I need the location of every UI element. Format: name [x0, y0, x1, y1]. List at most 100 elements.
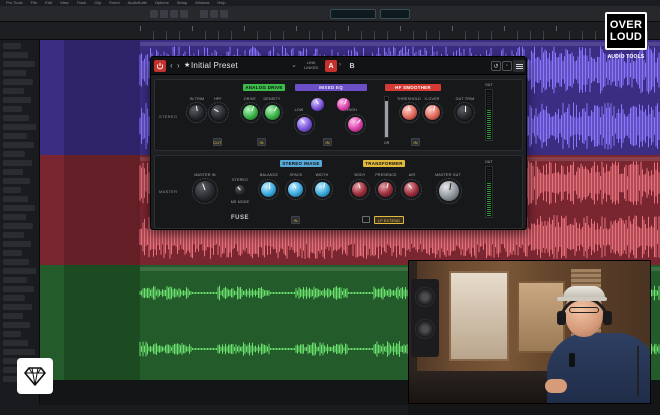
select-tool-icon[interactable] [170, 10, 178, 18]
track-name[interactable] [3, 178, 30, 184]
zoom-tool-icon[interactable] [150, 10, 158, 18]
main-counter[interactable] [330, 9, 376, 19]
track-name[interactable] [3, 106, 22, 112]
track-name[interactable] [3, 277, 27, 283]
out-trim-knob[interactable] [454, 102, 475, 123]
master-out-knob[interactable] [436, 178, 462, 204]
track-name[interactable] [3, 79, 33, 85]
track-name[interactable] [3, 313, 23, 319]
grab-tool-icon[interactable] [180, 10, 188, 18]
track-name[interactable] [3, 169, 23, 175]
track-name[interactable] [3, 250, 22, 256]
balance-knob[interactable] [258, 179, 279, 200]
presence-knob[interactable] [375, 179, 396, 200]
undo-icon[interactable]: ↺ [491, 61, 501, 71]
in-trim-knob[interactable] [186, 102, 207, 123]
width-label: WIDTH [315, 173, 329, 177]
record-button[interactable] [220, 10, 228, 18]
next-preset-icon[interactable]: › [177, 62, 180, 70]
eq-in-button[interactable]: IN [323, 138, 332, 146]
balance-label: BALANCE [259, 173, 279, 177]
track-name[interactable] [3, 133, 27, 139]
space-knob[interactable] [285, 179, 306, 200]
trim-tool-icon[interactable] [160, 10, 168, 18]
preset-name[interactable]: Initial Preset [191, 61, 238, 70]
ab-b-button[interactable]: B [346, 60, 358, 72]
density-knob[interactable] [262, 102, 283, 123]
track-name[interactable] [3, 52, 28, 58]
hpf-cut-button[interactable]: CUT [213, 138, 222, 146]
ruler-tick [491, 31, 492, 40]
track-name[interactable] [3, 295, 25, 301]
meter-segment [487, 100, 491, 101]
hpf-knob[interactable] [208, 102, 229, 123]
ab-a-button[interactable]: A [325, 60, 337, 72]
meter-segment [487, 169, 491, 170]
ruler-tick [296, 26, 297, 31]
air-knob[interactable] [401, 179, 422, 200]
track-name[interactable] [3, 232, 24, 238]
track-name[interactable] [3, 241, 31, 247]
track-name[interactable] [3, 196, 28, 202]
track-name[interactable] [3, 223, 33, 229]
power-button[interactable] [154, 60, 166, 72]
hf-in-button[interactable]: IN [411, 138, 420, 146]
track-name[interactable] [3, 205, 35, 211]
track-name[interactable] [3, 214, 26, 220]
track-name[interactable] [3, 259, 29, 265]
track-name[interactable] [3, 331, 21, 337]
favorite-star-icon[interactable]: ★ [184, 61, 190, 69]
menu-icon[interactable] [513, 60, 525, 72]
drive-knob[interactable] [240, 102, 261, 123]
ruler-tick [361, 31, 362, 40]
settings-icon[interactable]: ◦ [502, 61, 512, 71]
gr-label: GR [384, 141, 390, 145]
sub-counter[interactable] [380, 9, 410, 19]
threshold-knob[interactable] [399, 102, 420, 123]
track-name[interactable] [3, 142, 34, 148]
track-name[interactable] [3, 97, 31, 103]
stereo-in-button[interactable]: IN [291, 216, 300, 224]
x-over-knob[interactable] [422, 102, 443, 123]
prev-preset-icon[interactable]: ‹ [170, 62, 173, 70]
meter-segment [487, 136, 491, 137]
lf-extend-button[interactable]: LF EXTEND [374, 216, 404, 224]
track-name[interactable] [3, 286, 34, 292]
stereo-side-label: STEREO [159, 114, 178, 119]
timeline-ruler[interactable] [0, 22, 660, 40]
master-in-knob[interactable] [192, 178, 218, 204]
track-name[interactable] [3, 61, 35, 67]
track-name[interactable] [3, 124, 36, 130]
body-knob[interactable] [349, 179, 370, 200]
studio-monitor [411, 279, 439, 357]
link-toggle[interactable]: LINK LINKED [304, 60, 318, 70]
track-name[interactable] [3, 70, 26, 76]
track-name[interactable] [3, 304, 32, 310]
width-knob[interactable] [312, 179, 333, 200]
stop-button[interactable] [210, 10, 218, 18]
track-name[interactable] [3, 115, 29, 121]
track-name[interactable] [3, 151, 25, 157]
track-name[interactable] [3, 268, 36, 274]
low-knob[interactable] [294, 114, 315, 135]
track-name[interactable] [3, 160, 32, 166]
track-name[interactable] [3, 340, 28, 346]
low-mid-freq-knob[interactable] [311, 98, 324, 111]
track-name[interactable] [3, 322, 30, 328]
ruler-tick [413, 31, 414, 40]
play-button[interactable] [200, 10, 208, 18]
track-name[interactable] [3, 43, 21, 49]
master-panel: MASTER STEREO IMAGE TRANSFORMER MASTER I… [154, 155, 523, 229]
copy-ab-icon[interactable]: › [339, 62, 341, 68]
lf-extend-indicator[interactable] [362, 216, 370, 223]
screen: { "daw": { "menu": ["Pro Tools", "File",… [0, 0, 660, 415]
stereo-mode-switch[interactable] [235, 185, 245, 195]
meter-segment [487, 128, 491, 129]
preset-dropdown-icon[interactable]: ⌄ [291, 61, 297, 69]
high-knob[interactable] [345, 114, 366, 135]
track-name[interactable] [3, 349, 35, 355]
drive-in-button[interactable]: IN [257, 138, 266, 146]
track-name[interactable] [3, 88, 24, 94]
meter-segment [487, 215, 491, 216]
track-name[interactable] [3, 187, 21, 193]
